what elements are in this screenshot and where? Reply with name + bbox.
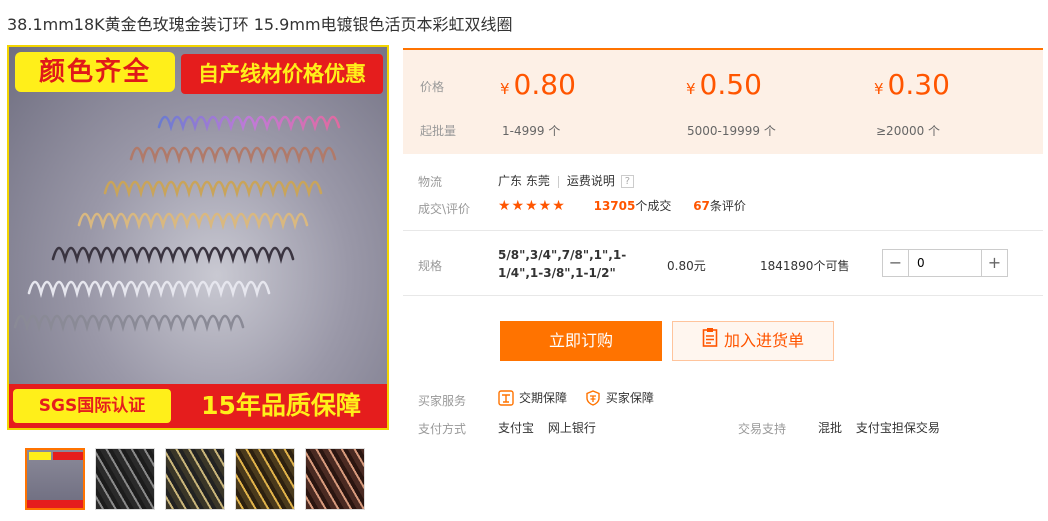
thumbnail-4[interactable] [235, 448, 295, 510]
trade-support-alipay-escrow: 支付宝担保交易 [855, 421, 940, 435]
review-suffix: 条评价 [709, 199, 746, 213]
increase-quantity-button[interactable]: + [981, 250, 1007, 276]
thumbnail-strip [25, 448, 365, 510]
badge-factory-price: 自产线材价格优惠 [181, 54, 383, 94]
spec-price: 0.80元 [667, 259, 706, 273]
rating-stars: ★★★★★ [498, 198, 566, 214]
tier-range: ≥20000 个 [876, 124, 941, 138]
add-to-cart-button[interactable]: 加入进货单 [672, 321, 834, 361]
payment-method-online-bank: 网上银行 [547, 421, 596, 435]
deal-count[interactable]: 13705 [594, 199, 636, 213]
currency-symbol: ¥ [500, 80, 510, 98]
buyer-protection[interactable]: 买家保障 [585, 389, 654, 406]
currency-symbol: ¥ [686, 80, 696, 98]
trade-support-mixed-batch: 混批 [818, 421, 843, 435]
tier-price: 0.50 [699, 68, 762, 101]
price-tier-1: ¥0.80 [500, 68, 576, 101]
review-count[interactable]: 67 [693, 199, 710, 213]
spec-label: 规格 [418, 259, 443, 273]
buyer-protection-label: 买家保障 [605, 391, 654, 405]
thumbnail-5[interactable] [305, 448, 365, 510]
deal-suffix: 个成交 [635, 199, 672, 213]
price-tier-3: ¥0.30 [874, 68, 950, 101]
tier-range: 5000-19999 个 [687, 124, 776, 138]
trade-support-items: 混批 支付宝担保交易 [818, 419, 940, 436]
services-label: 买家服务 [418, 394, 467, 408]
payment-method-alipay: 支付宝 [498, 421, 535, 435]
thumbnail-3[interactable] [165, 448, 225, 510]
price-tier-2: ¥0.50 [686, 68, 762, 101]
quantity-input[interactable] [909, 250, 981, 276]
divider [403, 295, 1043, 296]
thumbnail-2[interactable] [95, 448, 155, 510]
ship-from-location: 广东 东莞 [498, 174, 550, 188]
currency-symbol: ¥ [874, 80, 884, 98]
product-title: 38.1mm18K黄金色玫瑰金装订环 15.9mm电镀银色活页本彩虹双线圈 [7, 15, 513, 34]
tier-price: 0.30 [887, 68, 950, 101]
badge-quality: 15年品质保障 [201, 391, 361, 420]
clipboard-icon [702, 323, 718, 361]
services-row: 交期保障 买家保障 [498, 389, 668, 409]
badge-full-colors: 颜色齐全 [15, 52, 175, 92]
delivery-guarantee-icon [498, 389, 514, 406]
spec-stock: 1841890个可售 [760, 259, 850, 273]
logistics-label: 物流 [418, 175, 443, 189]
deals-row: ★★★★★ 13705个成交 67条评价 [498, 197, 746, 214]
delivery-guarantee[interactable]: 交期保障 [498, 389, 567, 406]
shield-icon [586, 389, 600, 406]
buy-now-button[interactable]: 立即订购 [500, 321, 662, 361]
shipping-info-link[interactable]: 运费说明 [567, 174, 615, 188]
quantity-stepper: − + [882, 249, 1008, 277]
logistics-row: 广东 东莞 运费说明? [498, 172, 634, 189]
price-label: 价格 [420, 80, 445, 94]
deals-label: 成交\评价 [418, 202, 471, 216]
price-box: 价格 起批量 ¥0.80 1-4999 个 ¥0.50 5000-19999 个… [403, 50, 1043, 154]
tier-range: 1-4999 个 [502, 124, 561, 138]
binding-coils-illustration [13, 115, 341, 332]
payment-label: 支付方式 [418, 422, 467, 436]
payment-methods: 支付宝 网上银行 [498, 419, 596, 436]
add-to-cart-label: 加入进货单 [723, 331, 804, 350]
delivery-guarantee-label: 交期保障 [519, 391, 568, 405]
help-icon[interactable]: ? [620, 175, 634, 188]
tier-price: 0.80 [513, 68, 576, 101]
trade-support-label: 交易支持 [738, 422, 787, 436]
divider [403, 230, 1043, 231]
decrease-quantity-button[interactable]: − [883, 250, 909, 276]
thumbnail-1[interactable] [25, 448, 85, 510]
moq-label: 起批量 [420, 124, 457, 138]
badge-sgs: SGS国际认证 [13, 389, 171, 423]
main-product-image[interactable]: 颜色齐全 自产线材价格优惠 SGS国际认证 15年品质保障 [7, 45, 389, 430]
spec-value: 5/8",3/4",7/8",1",1-1/4",1-3/8",1-1/2" [498, 248, 627, 280]
bottom-banner: SGS国际认证 15年品质保障 [9, 384, 387, 428]
